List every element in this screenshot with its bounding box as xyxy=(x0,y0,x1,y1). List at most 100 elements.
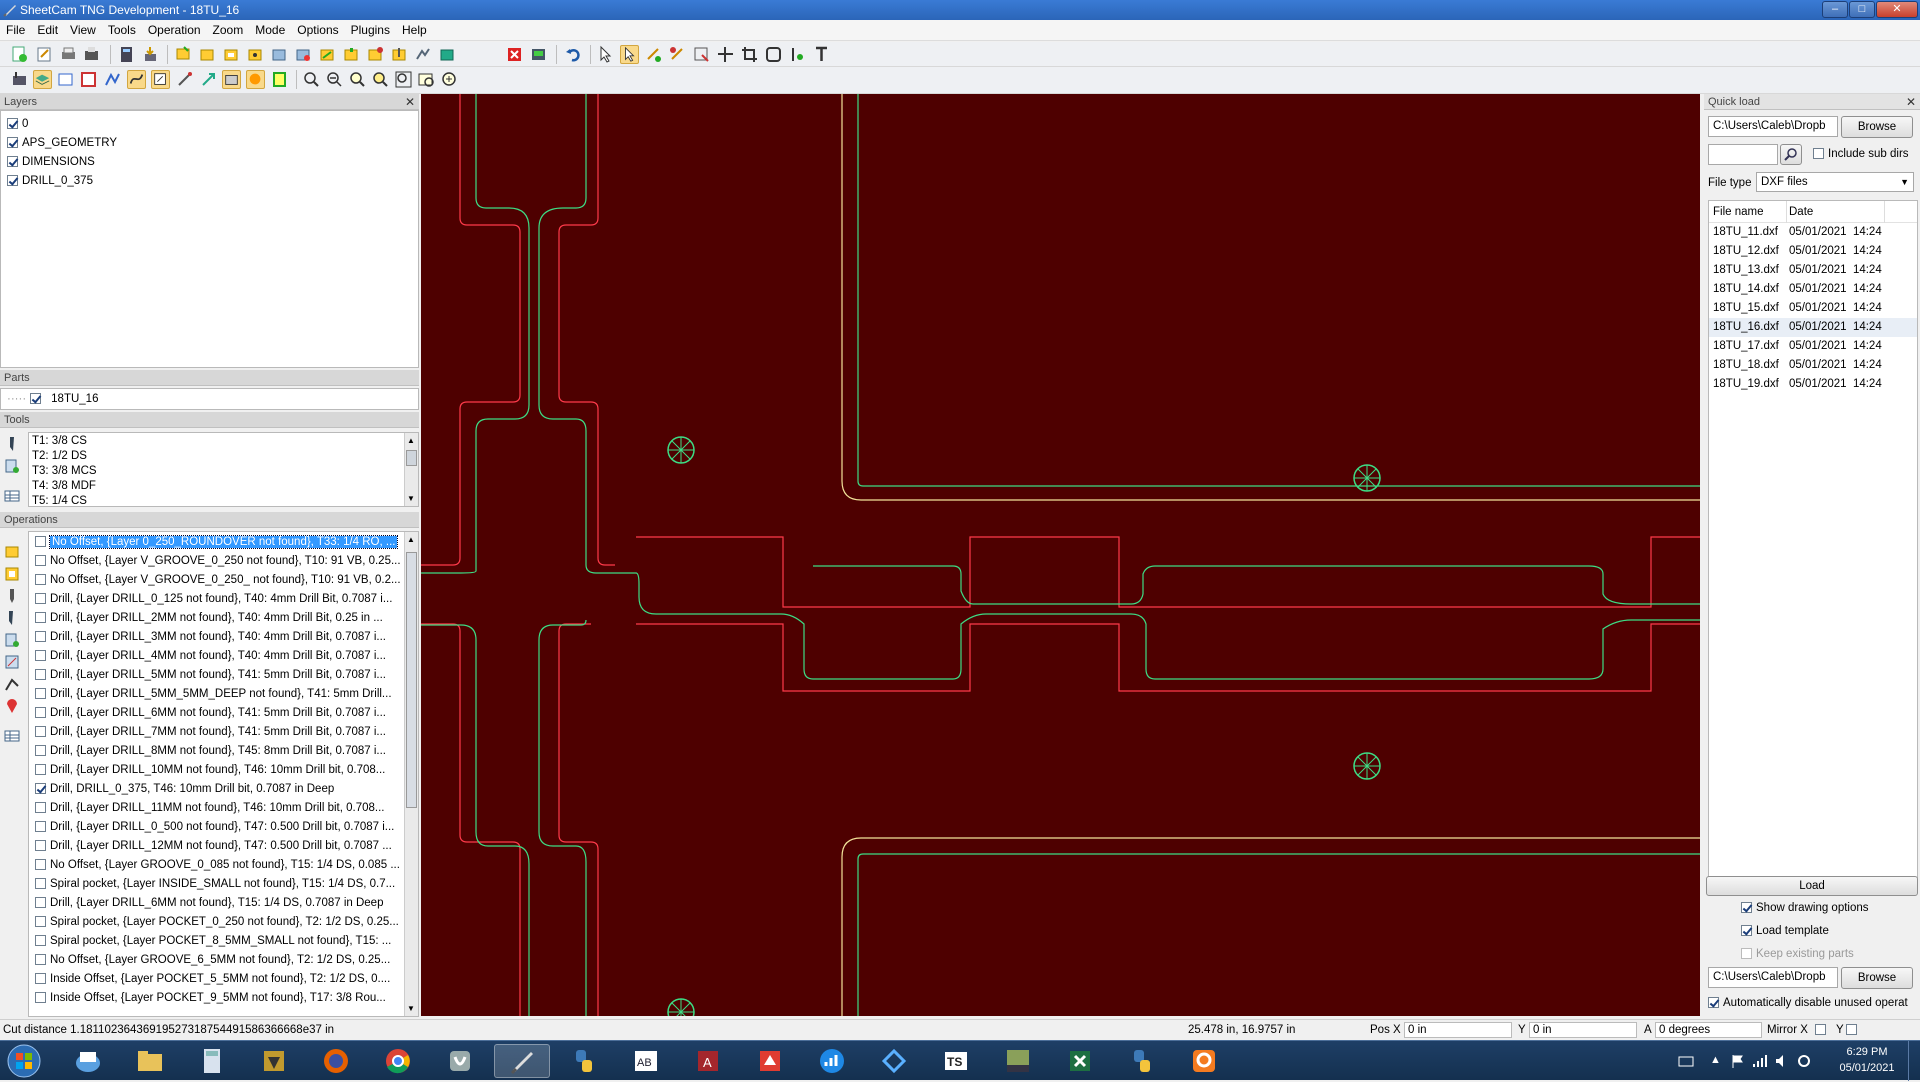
new-operation-icon[interactable] xyxy=(4,544,20,560)
layer-item[interactable]: 0 xyxy=(7,115,412,134)
file-row[interactable]: 18TU_12.dxf 05/01/2021 14:24 xyxy=(1709,242,1917,261)
part-checkbox[interactable] xyxy=(30,393,42,404)
operation-item[interactable]: Drill, {Layer DRILL_5MM_5MM_DEEP not fou… xyxy=(35,685,418,704)
scroll-up-icon[interactable]: ▲ xyxy=(407,535,415,544)
cad-drawing[interactable] xyxy=(421,94,1700,1016)
operation-item[interactable]: Spiral pocket, {Layer POCKET_0_250 not f… xyxy=(35,913,418,932)
drill-hole-marker[interactable] xyxy=(667,998,695,1016)
mirrorx-checkbox[interactable] xyxy=(1815,1024,1826,1035)
taskbar-app-blue[interactable] xyxy=(866,1044,922,1078)
layer-checkbox[interactable] xyxy=(7,137,18,148)
taskbar-python-2[interactable] xyxy=(1114,1044,1170,1078)
taskbar-app-grey[interactable] xyxy=(432,1044,488,1078)
layers-close-icon[interactable]: ✕ xyxy=(405,94,415,110)
taskbar-explorer[interactable] xyxy=(122,1044,178,1078)
post-process-icon[interactable] xyxy=(141,45,160,64)
scroll-up-icon[interactable]: ▲ xyxy=(407,436,415,445)
file-row[interactable]: 18TU_17.dxf 05/01/2021 14:24 xyxy=(1709,337,1917,356)
operation-tool-icon[interactable] xyxy=(4,610,20,626)
operation-checkbox[interactable] xyxy=(35,593,46,604)
part-item[interactable]: ····· 18TU_16 xyxy=(7,390,412,409)
show-grid-icon[interactable] xyxy=(246,70,265,89)
zoom-all-icon[interactable] xyxy=(440,70,459,89)
operation-item[interactable]: Drill, {Layer DRILL_8MM not found}, T45:… xyxy=(35,742,418,761)
operation-checkbox[interactable] xyxy=(35,878,46,889)
auto-disable-option[interactable]: Automatically disable unused operat xyxy=(1708,997,1908,1009)
tool-item[interactable]: T1: 3/8 CS xyxy=(32,434,415,449)
undo-icon[interactable] xyxy=(564,45,583,64)
file-row[interactable]: 18TU_11.dxf 05/01/2021 14:24 xyxy=(1709,223,1917,242)
tool-item[interactable]: T5: 1/4 CS xyxy=(32,494,415,509)
operations-scroll-thumb[interactable] xyxy=(406,552,417,808)
zoom-window-icon[interactable] xyxy=(348,70,367,89)
keep-existing-option[interactable]: Keep existing parts xyxy=(1741,948,1854,960)
quickload-close-icon[interactable]: ✕ xyxy=(1906,94,1916,110)
show-paths-icon[interactable] xyxy=(103,70,122,89)
operation-item[interactable]: No Offset, {Layer 0_250_ROUNDOVER not fo… xyxy=(35,533,418,552)
tools-scrollbar[interactable]: ▲ ▼ xyxy=(404,433,418,506)
include-subdirs-checkbox[interactable] xyxy=(1813,148,1824,159)
drill-op-icon[interactable] xyxy=(246,45,265,64)
operation-checkbox[interactable] xyxy=(35,536,46,547)
machine-options-icon[interactable] xyxy=(10,70,29,89)
file-row[interactable]: 18TU_13.dxf 05/01/2021 14:24 xyxy=(1709,261,1917,280)
show-start-icon[interactable] xyxy=(175,70,194,89)
taskbar-app[interactable] xyxy=(246,1044,302,1078)
start-point-icon[interactable] xyxy=(294,45,313,64)
operation-item[interactable]: Inside Offset, {Layer POCKET_9_5MM not f… xyxy=(35,989,418,1008)
taskbar-pdf[interactable] xyxy=(1176,1044,1232,1078)
operation-checkbox[interactable] xyxy=(35,764,46,775)
operation-item[interactable]: Drill, {Layer DRILL_0_125 not found}, T4… xyxy=(35,590,418,609)
delete-op-icon[interactable] xyxy=(505,45,524,64)
operation-item[interactable]: Drill, {Layer DRILL_7MM not found}, T41:… xyxy=(35,723,418,742)
operation-checkbox[interactable] xyxy=(35,707,46,718)
scroll-down-icon[interactable]: ▼ xyxy=(407,494,415,503)
taskbar-python[interactable] xyxy=(556,1044,612,1078)
show-3d-icon[interactable] xyxy=(222,70,241,89)
zoom-in-icon[interactable] xyxy=(302,70,321,89)
show-layers-icon[interactable] xyxy=(33,70,52,89)
menu-operation[interactable]: Operation xyxy=(142,20,207,41)
load-template-checkbox[interactable] xyxy=(1741,925,1752,936)
show-rapids-icon[interactable] xyxy=(127,70,146,89)
taskbar-sheetcam[interactable] xyxy=(494,1044,550,1078)
file-row[interactable]: 18TU_15.dxf 05/01/2021 14:24 xyxy=(1709,299,1917,318)
col-file-name[interactable]: File name xyxy=(1713,201,1764,223)
move-icon[interactable] xyxy=(716,45,735,64)
operation-checkbox[interactable] xyxy=(35,574,46,585)
network-icon[interactable] xyxy=(1752,1053,1768,1069)
show-drawing-option[interactable]: Show drawing options xyxy=(1741,902,1869,914)
posx-input[interactable]: 0 in xyxy=(1404,1022,1512,1038)
operation-item[interactable]: Drill, {Layer DRILL_5MM not found}, T41:… xyxy=(35,666,418,685)
text-icon[interactable] xyxy=(812,45,831,64)
start-button[interactable] xyxy=(6,1043,48,1079)
edit-end-icon[interactable] xyxy=(668,45,687,64)
load-button[interactable]: Load xyxy=(1706,876,1918,896)
show-toolpath-icon[interactable] xyxy=(151,70,170,89)
tools-scroll-thumb[interactable] xyxy=(406,450,417,466)
new-tool-icon[interactable] xyxy=(4,436,20,452)
show-parts-icon[interactable] xyxy=(79,70,98,89)
engrave-op-icon[interactable] xyxy=(270,45,289,64)
operation-item[interactable]: Drill, {Layer DRILL_2MM not found}, T40:… xyxy=(35,609,418,628)
show-direction-icon[interactable] xyxy=(199,70,218,89)
menu-plugins[interactable]: Plugins xyxy=(345,20,396,41)
tool-item[interactable]: T3: 3/8 MCS xyxy=(32,464,415,479)
new-part-icon[interactable] xyxy=(174,45,193,64)
load-template-option[interactable]: Load template xyxy=(1741,925,1829,937)
layer-checkbox[interactable] xyxy=(7,175,18,186)
layer-checkbox[interactable] xyxy=(7,118,18,129)
operation-checkbox[interactable] xyxy=(35,840,46,851)
operation-item[interactable]: Drill, DRILL_0_375, T46: 10mm Drill bit,… xyxy=(35,780,418,799)
operation-checkbox[interactable] xyxy=(35,954,46,965)
layer-item[interactable]: DRILL_0_375 xyxy=(7,172,412,191)
layer-item[interactable]: DIMENSIONS xyxy=(7,153,412,172)
quickload-path-field[interactable]: C:\Users\Caleb\Dropb xyxy=(1708,116,1838,137)
operation-marker-icon[interactable] xyxy=(4,698,20,714)
col-date[interactable]: Date xyxy=(1789,201,1813,223)
show-drawing-checkbox[interactable] xyxy=(1741,902,1752,913)
menu-mode[interactable]: Mode xyxy=(249,20,291,41)
tool-table-icon[interactable] xyxy=(4,488,20,504)
drill-hole-marker[interactable] xyxy=(1353,464,1381,492)
add-point-icon[interactable] xyxy=(788,45,807,64)
